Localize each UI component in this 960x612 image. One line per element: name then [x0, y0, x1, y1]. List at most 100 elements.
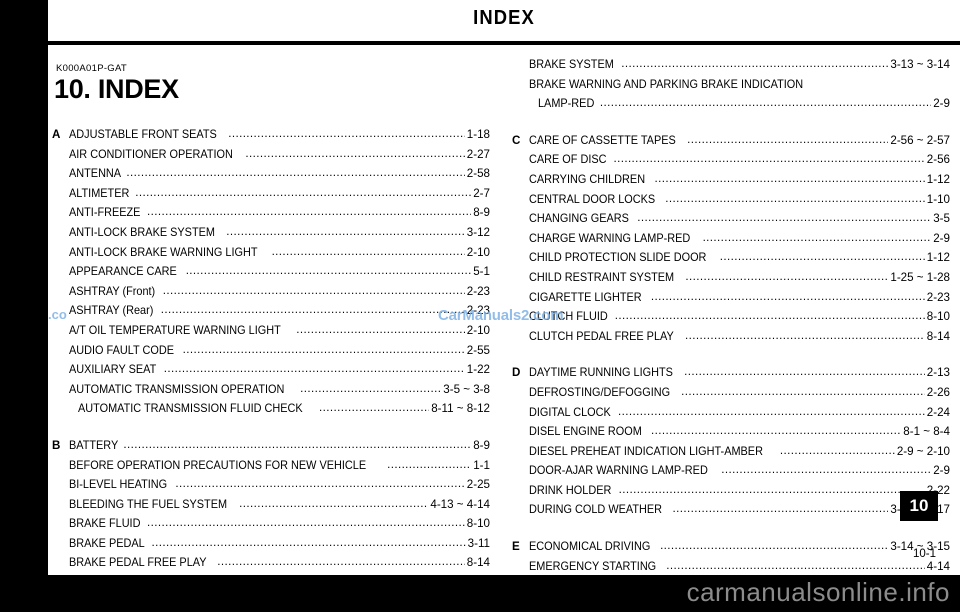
index-entry[interactable]: CLUTCH PEDAL FREE PLAY..................… — [510, 330, 950, 350]
index-entry[interactable]: CHANGING GEARS..........................… — [510, 212, 950, 232]
index-entry[interactable]: LAMP-RED................................… — [510, 97, 950, 117]
index-entry-page: 2-23 — [466, 284, 490, 298]
index-entry-page: 1-18 — [466, 128, 490, 141]
index-entry[interactable]: BRAKE WARNING AND PARKING BRAKE INDICATI… — [510, 78, 950, 98]
index-entry-body: DAYTIME RUNNING LIGHTS..................… — [529, 366, 950, 379]
index-leader-dots: ........................................… — [135, 186, 472, 199]
index-entry[interactable]: APPEARANCE CARE.........................… — [50, 265, 490, 285]
index-letter-heading: C — [512, 133, 521, 147]
index-entry-body: CENTRAL DOOR LOCKS......................… — [529, 193, 950, 206]
index-entry-page: 1-22 — [466, 363, 490, 377]
index-leader-dots: ........................................… — [779, 444, 895, 457]
index-leader-dots: ........................................… — [617, 405, 925, 418]
index-leader-dots: ........................................… — [126, 167, 465, 179]
index-entry-page: 1-10 — [926, 192, 950, 206]
index-leader-dots: ........................................… — [614, 310, 925, 322]
index-entry-title: BI-LEVEL HEATING — [69, 478, 168, 492]
index-leader-dots: ........................................… — [147, 206, 471, 218]
index-entry[interactable]: A ADJUSTABLE FRONT SEATS.................… — [50, 128, 490, 148]
index-entry[interactable]: C CARE OF CASSETTE TAPES.................… — [510, 134, 950, 154]
index-entry[interactable]: CARE OF DISC............................… — [510, 153, 950, 173]
index-entry[interactable]: ANTI-FREEZE.............................… — [50, 206, 490, 226]
index-entry-title: DIGITAL CLOCK — [529, 405, 611, 419]
index-entry-title: CHANGING GEARS — [529, 212, 629, 226]
index-entry-title: DEFROSTING/DEFOGGING — [529, 385, 671, 399]
index-entry-page: 1-12 — [926, 251, 950, 265]
index-entry[interactable]: AUTOMATIC TRANSMISSION OPERATION........… — [50, 383, 490, 403]
index-entry-body: BEFORE OPERATION PRECAUTIONS FOR NEW VEH… — [69, 459, 490, 472]
index-entry[interactable]: CIGARETTE LIGHTER.......................… — [510, 291, 950, 311]
index-entry-page: 2-10 — [466, 323, 490, 337]
index-entry-page: 8-9 — [473, 438, 490, 452]
index-entry-page: 2-25 — [466, 478, 490, 492]
index-entry[interactable]: ANTENNA.................................… — [50, 167, 490, 187]
index-entry[interactable]: EMERGENCY STARTING......................… — [510, 560, 950, 580]
index-entry[interactable]: CENTRAL DOOR LOCKS......................… — [510, 193, 950, 213]
index-entry-title: ALTIMETER — [69, 186, 130, 200]
index-entry[interactable]: AUDIO FAULT CODE........................… — [50, 344, 490, 364]
index-entry-title: DOOR-AJAR WARNING LAMP-RED — [529, 464, 708, 478]
index-entry-page: 2-9 ~ 2-10 — [896, 444, 950, 458]
index-entry-body: BRAKE WARNING AND PARKING BRAKE INDICATI… — [529, 78, 950, 91]
index-entry[interactable]: BRAKE FLUID.............................… — [50, 517, 490, 537]
index-entry-page: 4-13 ~ 4-14 — [430, 497, 490, 511]
index-entry-page: 5-1 — [473, 265, 490, 279]
index-leader-dots: ........................................… — [665, 192, 925, 205]
index-entry-body: EMERGENCY STARTING......................… — [529, 560, 950, 573]
index-entry[interactable]: AIR CONDITIONER OPERATION...............… — [50, 148, 490, 168]
index-entry-page: 8-10 — [926, 310, 950, 324]
index-entry[interactable]: BI-LEVEL HEATING........................… — [50, 478, 490, 498]
index-leader-dots: ........................................… — [621, 58, 889, 70]
index-leader-dots: ........................................… — [147, 517, 465, 529]
index-entry[interactable]: CLUTCH FLUID............................… — [510, 310, 950, 330]
index-entry-body: CIGARETTE LIGHTER.......................… — [529, 291, 950, 304]
index-entry[interactable]: D DAYTIME RUNNING LIGHTS.................… — [510, 366, 950, 386]
index-entry-page: 2-26 — [926, 385, 950, 399]
index-entry[interactable]: ALTIMETER...............................… — [50, 187, 490, 207]
index-entry[interactable]: ANTI-LOCK BRAKE SYSTEM..................… — [50, 226, 490, 246]
index-entry-body: ANTI-LOCK BRAKE SYSTEM..................… — [69, 226, 490, 239]
index-entry[interactable]: CHARGE WARNING LAMP-RED.................… — [510, 232, 950, 252]
index-entry-body: LAMP-RED................................… — [529, 97, 950, 110]
index-leader-dots: ........................................… — [618, 483, 925, 496]
index-entry-body: DIESEL PREHEAT INDICATION LIGHT-AMBER...… — [529, 445, 950, 458]
index-entry-page: 2-58 — [466, 167, 490, 181]
index-entry[interactable]: AUTOMATIC TRANSMISSION FLUID CHECK......… — [50, 402, 490, 422]
index-entry-title: CHILD RESTRAINT SYSTEM — [529, 270, 675, 284]
index-leader-dots: ........................................… — [245, 147, 464, 160]
index-entry-title: CENTRAL DOOR LOCKS — [529, 192, 656, 206]
index-entry[interactable]: DIGITAL CLOCK...........................… — [510, 406, 950, 426]
index-entry[interactable]: CHILD RESTRAINT SYSTEM..................… — [510, 271, 950, 291]
index-leader-dots: ........................................… — [185, 265, 472, 277]
index-leader-dots: ........................................… — [637, 212, 931, 224]
index-entry[interactable]: ASHTRAY (Front).........................… — [50, 285, 490, 305]
index-entry-page: 2-23 — [926, 290, 950, 304]
index-entry[interactable]: ANTI-LOCK BRAKE WARNING LIGHT...........… — [50, 246, 490, 266]
index-letter-heading: D — [512, 366, 521, 380]
index-entry[interactable]: B BATTERY................................… — [50, 439, 490, 459]
index-leader-dots: ........................................… — [160, 304, 465, 316]
index-entry[interactable]: BLEEDING THE FUEL SYSTEM................… — [50, 498, 490, 518]
index-entry[interactable]: BRAKE SYSTEM............................… — [510, 58, 950, 78]
index-entry[interactable]: CARRYING CHILDREN.......................… — [510, 173, 950, 193]
index-entry[interactable]: DEFROSTING/DEFOGGING....................… — [510, 386, 950, 406]
index-entry[interactable]: DISEL ENGINE ROOM.......................… — [510, 425, 950, 445]
index-entry-page: 2-23 — [466, 304, 490, 318]
index-entry-page: 4-14 — [926, 559, 950, 573]
index-entry[interactable]: DURING COLD WEATHER.....................… — [510, 503, 950, 523]
index-entry[interactable]: A/T OIL TEMPERATURE WARNING LIGHT.......… — [50, 324, 490, 344]
index-entry[interactable]: DIESEL PREHEAT INDICATION LIGHT-AMBER...… — [510, 445, 950, 465]
index-entry-page: 2-56 — [926, 153, 950, 167]
index-entry-body: BATTERY.................................… — [69, 439, 490, 452]
index-entry[interactable]: BEFORE OPERATION PRECAUTIONS FOR NEW VEH… — [50, 459, 490, 479]
index-entry[interactable]: DRINK HOLDER............................… — [510, 484, 950, 504]
index-leader-dots: ........................................… — [685, 270, 889, 283]
index-entry-title: ANTENNA — [69, 167, 122, 181]
index-entry-title: DAYTIME RUNNING LIGHTS — [529, 366, 673, 380]
index-leader-dots: ........................................… — [387, 458, 472, 471]
index-entry[interactable]: ASHTRAY (Rear)..........................… — [50, 304, 490, 324]
index-entry-body: AUXILIARY SEAT..........................… — [69, 363, 490, 376]
index-entry[interactable]: CHILD PROTECTION SLIDE DOOR.............… — [510, 251, 950, 271]
index-entry[interactable]: AUXILIARY SEAT..........................… — [50, 363, 490, 383]
index-entry[interactable]: DOOR-AJAR WARNING LAMP-RED..............… — [510, 464, 950, 484]
